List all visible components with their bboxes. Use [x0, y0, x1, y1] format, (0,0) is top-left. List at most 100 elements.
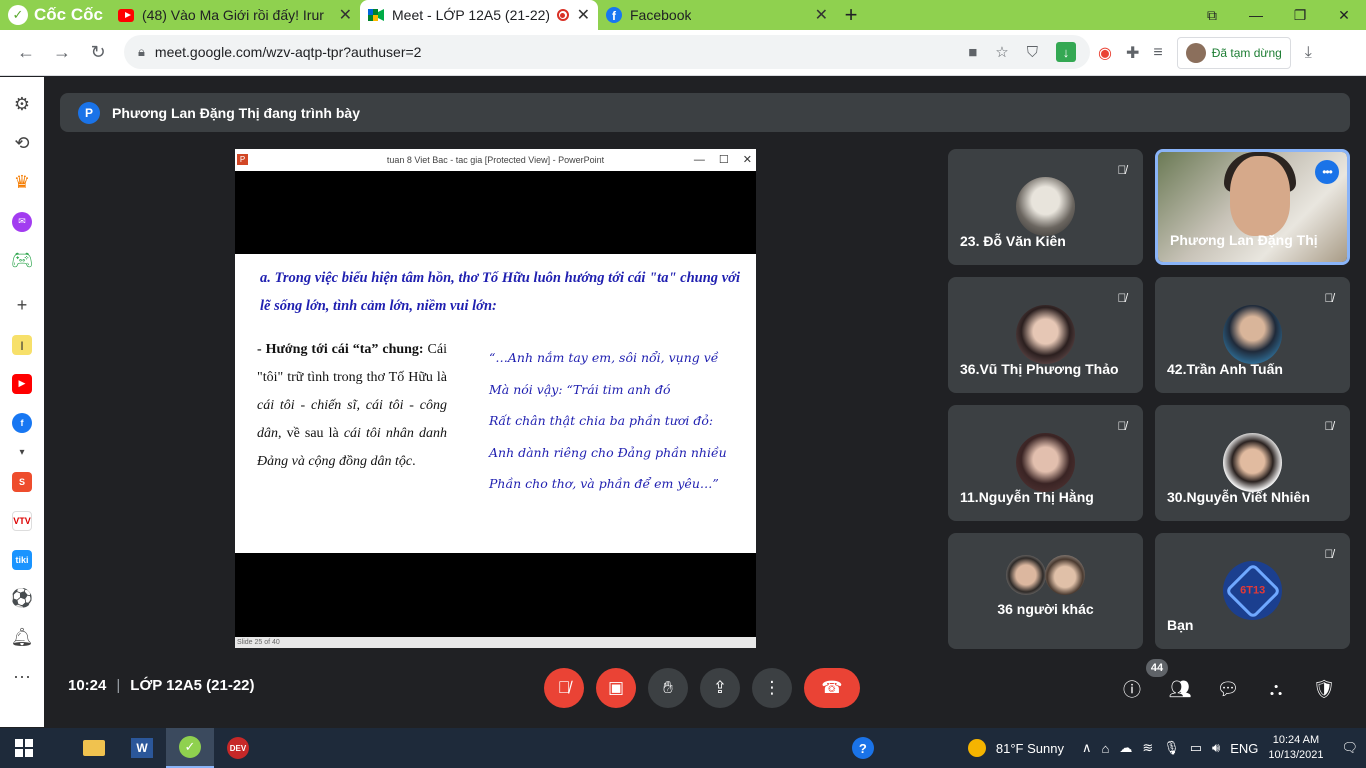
- notification-bell-icon[interactable]: 🔔︎: [0, 618, 44, 657]
- close-tab-icon[interactable]: ✕: [577, 5, 590, 25]
- activities-icon[interactable]: ⛬: [1264, 677, 1288, 701]
- meeting-info: 10:24 | LỚP 12A5 (21-22): [68, 677, 255, 694]
- tiki-icon[interactable]: tiki: [0, 540, 44, 579]
- profile-button[interactable]: Đã tạm dừng: [1176, 37, 1291, 69]
- mic-toggle-button[interactable]: 🎙̸: [544, 668, 584, 708]
- wifi-icon[interactable]: ≋: [1142, 740, 1153, 756]
- tab-youtube[interactable]: (48) Vào Ma Giới rồi đấy! Irur ✕: [110, 0, 360, 30]
- battery-icon[interactable]: ▭: [1190, 740, 1202, 756]
- presenter-avatar: P: [78, 101, 100, 124]
- forward-button[interactable]: →: [44, 35, 80, 71]
- avatar: [1016, 177, 1075, 236]
- coccoc-taskbar-button[interactable]: ✓: [166, 728, 214, 768]
- onedrive-icon[interactable]: ☁: [1119, 740, 1132, 756]
- participant-tile[interactable]: 🎙̸ 23. Đỗ Văn Kiên: [948, 149, 1143, 265]
- settings-gear-icon[interactable]: ⚙: [0, 85, 44, 124]
- extensions-puzzle-icon[interactable]: ✚: [1126, 43, 1139, 63]
- chrome-extension-icon[interactable]: ◉: [1098, 43, 1112, 63]
- participant-tile[interactable]: 🎙̸ 30.Nguyễn Viết Nhiên: [1155, 405, 1350, 521]
- tab-meet[interactable]: Meet - LỚP 12A5 (21-22) ✕: [360, 0, 598, 30]
- more-options-button[interactable]: ⋮: [752, 668, 792, 708]
- close-tab-icon[interactable]: ✕: [815, 5, 828, 25]
- tab-strip: ✓ Cốc Cốc (48) Vào Ma Giới rồi đấy! Irur…: [0, 0, 1366, 30]
- language-indicator[interactable]: ENG: [1230, 741, 1258, 756]
- speaking-indicator-icon: •••: [1315, 160, 1339, 184]
- vtv-go-icon[interactable]: VTV: [0, 501, 44, 540]
- history-icon[interactable]: ⟲: [0, 124, 44, 163]
- others-tile[interactable]: 36 người khác: [948, 533, 1143, 649]
- devcpp-button[interactable]: DEV: [214, 728, 262, 768]
- participant-name: Bạn: [1167, 617, 1194, 633]
- participant-tile[interactable]: 🎙̸ 11.Nguyễn Thị Hằng: [948, 405, 1143, 521]
- reading-list-icon[interactable]: ≡: [1153, 44, 1162, 62]
- mic-off-icon: 🎙̸: [557, 678, 571, 697]
- downloads-icon[interactable]: ⤓: [1305, 44, 1312, 62]
- microphone-icon[interactable]: 🎙︎: [1163, 740, 1180, 756]
- meeting-time: 10:24: [68, 677, 107, 694]
- clock[interactable]: 10:24 AM 10/13/2021: [1268, 733, 1323, 763]
- phone-hangup-icon: ☎︎: [821, 678, 843, 697]
- volume-icon[interactable]: 🔊︎: [1212, 740, 1220, 756]
- present-button[interactable]: ⇪: [700, 668, 740, 708]
- chevron-up-icon[interactable]: ∧: [1082, 740, 1092, 756]
- quote-line: Phần cho thơ, và phần để em yêu…”: [489, 476, 719, 491]
- address-bar[interactable]: 🔒︎ meet.google.com/wzv-aqtp-tpr?authuser…: [124, 35, 1090, 69]
- participant-name: Phương Lan Đặng Thị: [1170, 232, 1318, 248]
- participant-tile-speaking[interactable]: ••• Phương Lan Đặng Thị: [1155, 149, 1350, 265]
- file-explorer-button[interactable]: [70, 728, 118, 768]
- profile-avatar: [1185, 43, 1206, 63]
- facebook-sidebar-icon[interactable]: f: [0, 403, 44, 442]
- chat-icon[interactable]: 💬︎: [1216, 677, 1240, 701]
- notes-icon[interactable]: |: [0, 325, 44, 364]
- add-app-icon[interactable]: +: [0, 286, 44, 325]
- crown-icon[interactable]: ♛: [0, 163, 44, 202]
- tab-facebook[interactable]: f Facebook ✕: [598, 0, 836, 30]
- download-icon[interactable]: ↓: [1056, 42, 1076, 62]
- shield-icon[interactable]: ⛉: [1027, 44, 1038, 61]
- participant-name: 36.Vũ Thị Phương Thảo: [960, 361, 1119, 377]
- more-vert-icon: ⋮: [763, 678, 781, 697]
- bookmark-star-icon[interactable]: ☆: [995, 43, 1008, 61]
- quote-line: “…Anh nắm tay em, sôi nổi, vụng về: [489, 350, 719, 365]
- reload-button[interactable]: ↻: [80, 35, 116, 71]
- word-button[interactable]: W: [118, 728, 166, 768]
- browser-brand[interactable]: ✓ Cốc Cốc: [0, 0, 110, 30]
- game-controller-icon[interactable]: 🎮︎: [0, 241, 44, 280]
- maximize-button[interactable]: ❐: [1278, 7, 1322, 24]
- start-button[interactable]: [0, 728, 48, 768]
- meeting-details-icon[interactable]: ⓘ: [1120, 677, 1144, 701]
- people-icon[interactable]: 👥︎: [1168, 677, 1192, 701]
- shopee-icon[interactable]: S: [0, 462, 44, 501]
- present-screen-icon: ⇪: [712, 678, 728, 697]
- maximize-icon: ☐: [718, 154, 729, 166]
- youtube-icon: [118, 7, 134, 23]
- participant-name: 11.Nguyễn Thị Hằng: [960, 489, 1094, 505]
- raise-hand-button[interactable]: ✋︎: [648, 668, 688, 708]
- search-tabs-icon[interactable]: ⧉: [1190, 7, 1234, 24]
- camera-toggle-button[interactable]: ▣: [596, 668, 636, 708]
- close-tab-icon[interactable]: ✕: [339, 5, 352, 25]
- more-icon[interactable]: ···: [0, 657, 44, 696]
- help-icon[interactable]: ?: [851, 737, 874, 759]
- youtube-sidebar-icon[interactable]: ▶: [0, 364, 44, 403]
- participant-tile[interactable]: 🎙̸ 42.Trần Anh Tuấn: [1155, 277, 1350, 393]
- notifications-icon[interactable]: 🗨︎: [1341, 740, 1358, 756]
- weather-text[interactable]: 81°F Sunny: [996, 741, 1064, 756]
- minimize-button[interactable]: ―: [1234, 7, 1278, 23]
- back-button[interactable]: ←: [8, 35, 44, 71]
- close-window-button[interactable]: ✕: [1322, 7, 1366, 24]
- browser-sidebar: ⚙ ⟲ ♛ ✉ 🎮︎ + | ▶ f ▾ S VTV tiki ⚽ 🔔︎ ···: [0, 77, 44, 727]
- self-tile[interactable]: 6T13 🎙̸ Bạn: [1155, 533, 1350, 649]
- new-tab-button[interactable]: +: [836, 0, 866, 30]
- windows-logo-icon: [15, 739, 33, 757]
- camera-tray-icon[interactable]: ⌂: [1101, 741, 1109, 756]
- chevron-down-icon[interactable]: ▾: [0, 442, 44, 462]
- messenger-icon[interactable]: ✉: [0, 202, 44, 241]
- omnibox-icons: ■ ☆ ⛉ ↓: [968, 35, 1076, 69]
- football-icon[interactable]: ⚽: [0, 579, 44, 618]
- camera-icon[interactable]: ■: [968, 44, 977, 61]
- leave-call-button[interactable]: ☎︎: [804, 668, 860, 708]
- meet-icon: [368, 7, 384, 23]
- participant-tile[interactable]: 🎙̸ 36.Vũ Thị Phương Thảo: [948, 277, 1143, 393]
- host-controls-icon[interactable]: 🛡︎: [1312, 677, 1336, 701]
